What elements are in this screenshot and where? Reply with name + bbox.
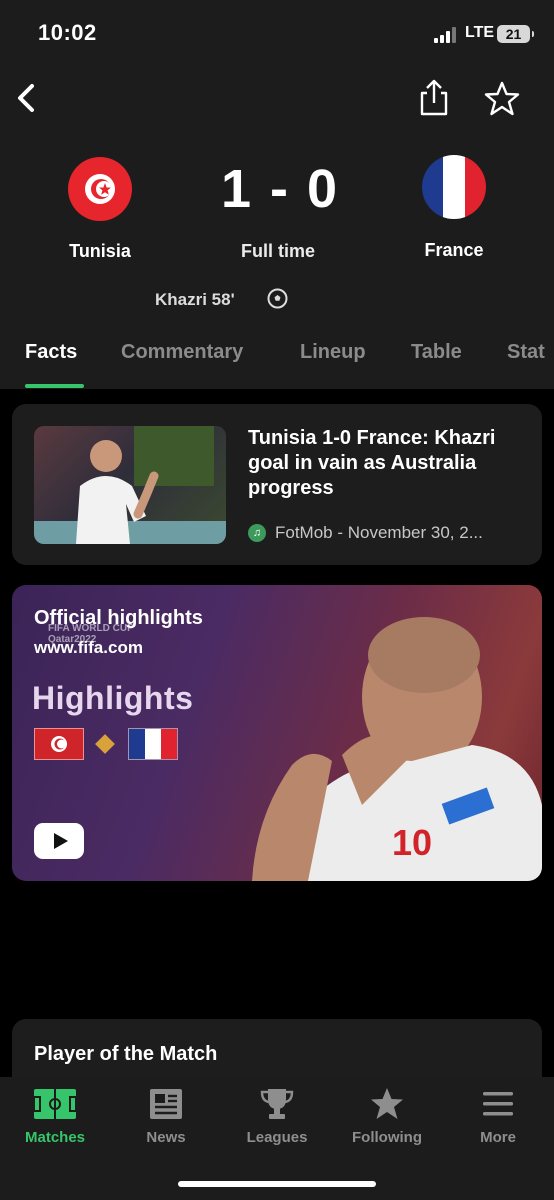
- fotmob-icon: ♫: [248, 524, 266, 542]
- home-indicator[interactable]: [178, 1181, 376, 1187]
- battery-icon: 21: [497, 25, 534, 43]
- tab-stats[interactable]: Stat: [507, 341, 545, 364]
- match-tabs: Facts Commentary Lineup Table Stat: [0, 335, 554, 389]
- world-cup-badge-line1: FIFA WORLD CUP: [48, 623, 134, 634]
- match-score: 1 - 0: [220, 159, 340, 219]
- network-type: LTE: [465, 24, 495, 41]
- football-icon: [267, 288, 288, 309]
- world-cup-badge-line2: Qatar2022: [48, 634, 97, 645]
- nav-following[interactable]: Following: [332, 1087, 442, 1146]
- tab-facts[interactable]: Facts: [25, 341, 77, 364]
- news-source: ♫ FotMob - November 30, 2...: [248, 523, 528, 543]
- share-icon[interactable]: [414, 78, 454, 118]
- tunisia-flag: [34, 728, 84, 760]
- nav-news-label: News: [146, 1129, 186, 1146]
- menu-icon: [483, 1092, 513, 1116]
- favorite-star-icon[interactable]: [482, 80, 522, 118]
- news-title: Tunisia 1-0 France: Khazri goal in vain …: [248, 427, 496, 499]
- tunisia-logo[interactable]: [68, 157, 132, 221]
- tab-commentary[interactable]: Commentary: [121, 341, 243, 364]
- news-card[interactable]: Tunisia 1-0 France: Khazri goal in vain …: [12, 404, 542, 565]
- signal-icon: [434, 27, 460, 43]
- youtube-play-icon[interactable]: [34, 823, 84, 859]
- player-of-match-title: Player of the Match: [34, 1043, 218, 1065]
- nav-more-label: More: [480, 1129, 516, 1146]
- nav-matches[interactable]: Matches: [0, 1087, 110, 1146]
- star-icon: [371, 1088, 403, 1119]
- highlights-banner-text: Highlights: [32, 680, 194, 716]
- newspaper-icon: [150, 1089, 182, 1119]
- status-bar: 10:02 LTE 21: [0, 0, 554, 70]
- france-flag: [128, 728, 178, 760]
- status-time: 10:02: [38, 20, 97, 45]
- news-source-text: FotMob - November 30, 2...: [275, 523, 483, 542]
- back-icon[interactable]: [10, 80, 46, 116]
- player-photo: 10: [252, 617, 542, 881]
- news-thumbnail: [34, 426, 226, 544]
- nav-leagues[interactable]: Leagues: [222, 1087, 332, 1146]
- nav-more[interactable]: More: [443, 1087, 553, 1146]
- tab-lineup[interactable]: Lineup: [300, 341, 366, 364]
- nav-matches-label: Matches: [24, 1129, 86, 1146]
- nav-news[interactable]: News: [111, 1087, 221, 1146]
- goal-scorer: Khazri 58': [155, 290, 235, 309]
- nav-following-label: Following: [352, 1129, 422, 1146]
- svg-text:10: 10: [392, 822, 432, 863]
- tab-table[interactable]: Table: [411, 341, 462, 364]
- match-status: Full time: [240, 241, 315, 261]
- pitch-icon: [33, 1089, 77, 1119]
- versus-icon: [95, 734, 115, 754]
- away-team-name[interactable]: France: [394, 240, 514, 261]
- tab-indicator: [25, 384, 84, 388]
- nav-leagues-label: Leagues: [246, 1129, 308, 1146]
- trophy-icon: [260, 1089, 294, 1119]
- home-team-name[interactable]: Tunisia: [40, 241, 160, 262]
- world-cup-badge: FIFA WORLD CUP Qatar2022: [48, 623, 134, 645]
- france-logo[interactable]: [422, 155, 486, 219]
